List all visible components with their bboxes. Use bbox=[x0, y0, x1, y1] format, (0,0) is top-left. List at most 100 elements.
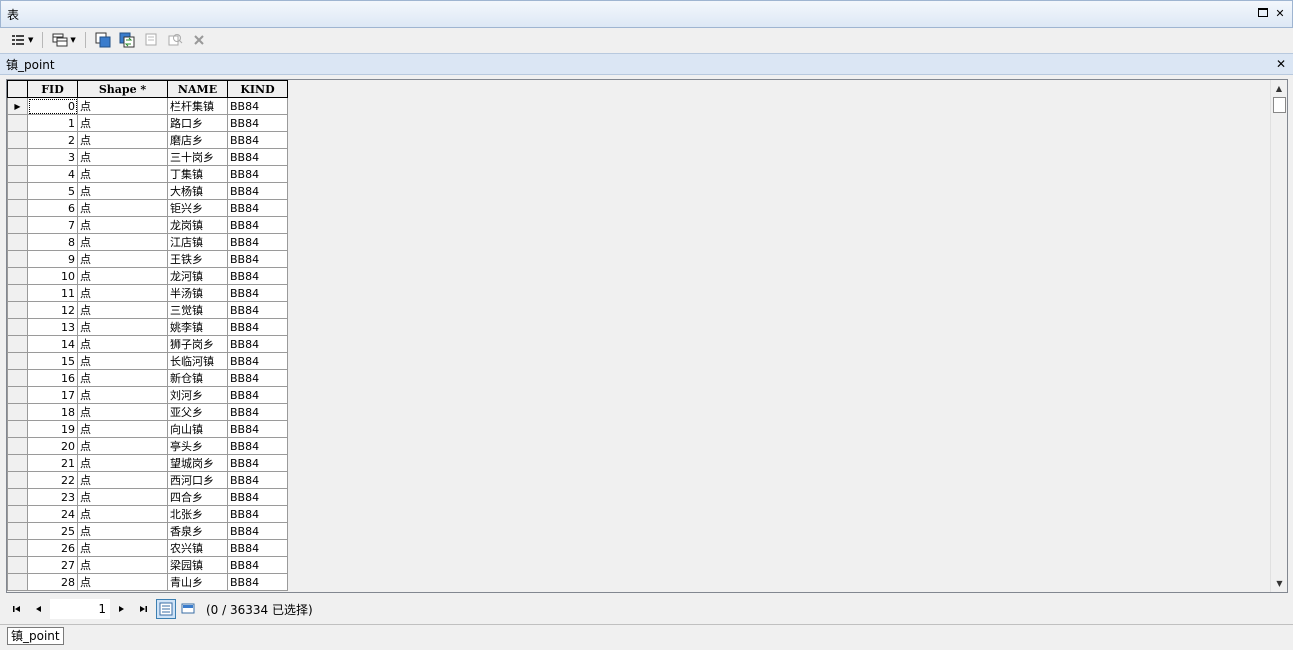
cell-kind[interactable]: BB84 bbox=[227, 165, 288, 183]
table-row[interactable]: 21 点望城岗乡 BB84 bbox=[7, 454, 288, 472]
cell-name[interactable]: 梁园镇 bbox=[167, 556, 228, 574]
scroll-down-icon[interactable]: ▼ bbox=[1271, 575, 1287, 592]
table-row[interactable]: 23 点四合乡 BB84 bbox=[7, 488, 288, 506]
table-row[interactable]: 13 点姚李镇 BB84 bbox=[7, 318, 288, 336]
cell-kind[interactable]: BB84 bbox=[227, 216, 288, 234]
cell-shape[interactable]: 点 bbox=[77, 573, 168, 591]
cell-kind[interactable]: BB84 bbox=[227, 250, 288, 268]
cell-name[interactable]: 钜兴乡 bbox=[167, 199, 228, 217]
previous-record-button[interactable] bbox=[28, 599, 50, 619]
table-options-button[interactable]: ▼ bbox=[8, 30, 35, 50]
cell-name[interactable]: 大杨镇 bbox=[167, 182, 228, 200]
cell-kind[interactable]: BB84 bbox=[227, 539, 288, 557]
cell-kind[interactable]: BB84 bbox=[227, 284, 288, 302]
table-row[interactable]: 18 点亚父乡 BB84 bbox=[7, 403, 288, 421]
cell-kind[interactable]: BB84 bbox=[227, 114, 288, 132]
cell-name[interactable]: 四合乡 bbox=[167, 488, 228, 506]
cell-fid[interactable]: 20 bbox=[27, 437, 78, 455]
cell-shape[interactable]: 点 bbox=[77, 233, 168, 251]
cell-kind[interactable]: BB84 bbox=[227, 454, 288, 472]
row-selector[interactable] bbox=[7, 233, 28, 251]
cell-kind[interactable]: BB84 bbox=[227, 403, 288, 421]
related-tables-button[interactable]: ▼ bbox=[50, 30, 77, 50]
cell-fid[interactable]: 4 bbox=[27, 165, 78, 183]
row-selector[interactable] bbox=[7, 165, 28, 183]
cell-name[interactable]: 西河口乡 bbox=[167, 471, 228, 489]
table-row[interactable]: 26 点农兴镇 BB84 bbox=[7, 539, 288, 557]
row-selector[interactable] bbox=[7, 131, 28, 149]
cell-kind[interactable]: BB84 bbox=[227, 233, 288, 251]
cell-shape[interactable]: 点 bbox=[77, 165, 168, 183]
table-row[interactable]: 27 点梁园镇 BB84 bbox=[7, 556, 288, 574]
row-selector[interactable] bbox=[7, 216, 28, 234]
cell-shape[interactable]: 点 bbox=[77, 148, 168, 166]
row-selector[interactable] bbox=[7, 488, 28, 506]
cell-fid[interactable]: 10 bbox=[27, 267, 78, 285]
cell-shape[interactable]: 点 bbox=[77, 318, 168, 336]
cell-shape[interactable]: 点 bbox=[77, 216, 168, 234]
cell-fid[interactable]: 11 bbox=[27, 284, 78, 302]
table-row[interactable]: 17 点刘河乡 BB84 bbox=[7, 386, 288, 404]
row-selector[interactable] bbox=[7, 573, 28, 591]
cell-name[interactable]: 磨店乡 bbox=[167, 131, 228, 149]
table-row[interactable]: 20 点亭头乡 BB84 bbox=[7, 437, 288, 455]
scroll-thumb[interactable] bbox=[1273, 97, 1286, 113]
table-row[interactable]: 14 点狮子岗乡 BB84 bbox=[7, 335, 288, 353]
cell-name[interactable]: 龙河镇 bbox=[167, 267, 228, 285]
cell-kind[interactable]: BB84 bbox=[227, 505, 288, 523]
scroll-up-icon[interactable]: ▲ bbox=[1271, 80, 1287, 97]
row-selector[interactable] bbox=[7, 437, 28, 455]
cell-kind[interactable]: BB84 bbox=[227, 352, 288, 370]
cell-fid[interactable]: 23 bbox=[27, 488, 78, 506]
cell-shape[interactable]: 点 bbox=[77, 556, 168, 574]
cell-kind[interactable]: BB84 bbox=[227, 522, 288, 540]
cell-fid[interactable]: 7 bbox=[27, 216, 78, 234]
table-row[interactable]: 8 点江店镇 BB84 bbox=[7, 233, 288, 251]
cell-fid[interactable]: 2 bbox=[27, 131, 78, 149]
cell-kind[interactable]: BB84 bbox=[227, 573, 288, 591]
table-row[interactable]: 28 点青山乡 BB84 bbox=[7, 573, 288, 591]
table-row[interactable]: 10 点龙河镇 BB84 bbox=[7, 267, 288, 285]
row-selector[interactable] bbox=[7, 318, 28, 336]
row-selector[interactable] bbox=[7, 556, 28, 574]
cell-kind[interactable]: BB84 bbox=[227, 437, 288, 455]
table-row[interactable]: 25 点香泉乡 BB84 bbox=[7, 522, 288, 540]
show-selected-records-button[interactable] bbox=[178, 599, 198, 619]
cell-fid[interactable]: 27 bbox=[27, 556, 78, 574]
cell-name[interactable]: 半汤镇 bbox=[167, 284, 228, 302]
last-record-button[interactable] bbox=[132, 599, 154, 619]
row-selector[interactable] bbox=[7, 505, 28, 523]
cell-shape[interactable]: 点 bbox=[77, 352, 168, 370]
table-row[interactable]: ▶ 0 点栏杆集镇 BB84 bbox=[7, 97, 288, 115]
table-row[interactable]: 24 点北张乡 BB84 bbox=[7, 505, 288, 523]
cell-kind[interactable]: BB84 bbox=[227, 148, 288, 166]
cell-kind[interactable]: BB84 bbox=[227, 488, 288, 506]
cell-fid[interactable]: 0 bbox=[27, 97, 78, 115]
cell-kind[interactable]: BB84 bbox=[227, 267, 288, 285]
cell-kind[interactable]: BB84 bbox=[227, 335, 288, 353]
cell-name[interactable]: 刘河乡 bbox=[167, 386, 228, 404]
cell-name[interactable]: 农兴镇 bbox=[167, 539, 228, 557]
row-selector[interactable] bbox=[7, 454, 28, 472]
column-header-name[interactable]: NAME bbox=[167, 80, 228, 98]
row-selector[interactable] bbox=[7, 182, 28, 200]
cell-name[interactable]: 栏杆集镇 bbox=[167, 97, 228, 115]
row-selector[interactable] bbox=[7, 284, 28, 302]
select-by-attributes-button[interactable] bbox=[93, 30, 113, 50]
cell-name[interactable]: 三觉镇 bbox=[167, 301, 228, 319]
cell-fid[interactable]: 25 bbox=[27, 522, 78, 540]
cell-fid[interactable]: 5 bbox=[27, 182, 78, 200]
cell-shape[interactable]: 点 bbox=[77, 488, 168, 506]
cell-fid[interactable]: 9 bbox=[27, 250, 78, 268]
cell-shape[interactable]: 点 bbox=[77, 420, 168, 438]
cell-fid[interactable]: 26 bbox=[27, 539, 78, 557]
cell-name[interactable]: 路口乡 bbox=[167, 114, 228, 132]
table-row[interactable]: 7 点龙岗镇 BB84 bbox=[7, 216, 288, 234]
table-row[interactable]: 1 点路口乡 BB84 bbox=[7, 114, 288, 132]
cell-shape[interactable]: 点 bbox=[77, 97, 168, 115]
row-selector[interactable] bbox=[7, 522, 28, 540]
cell-name[interactable]: 青山乡 bbox=[167, 573, 228, 591]
close-icon[interactable]: ✕ bbox=[1276, 57, 1293, 71]
cell-kind[interactable]: BB84 bbox=[227, 131, 288, 149]
row-selector[interactable] bbox=[7, 250, 28, 268]
